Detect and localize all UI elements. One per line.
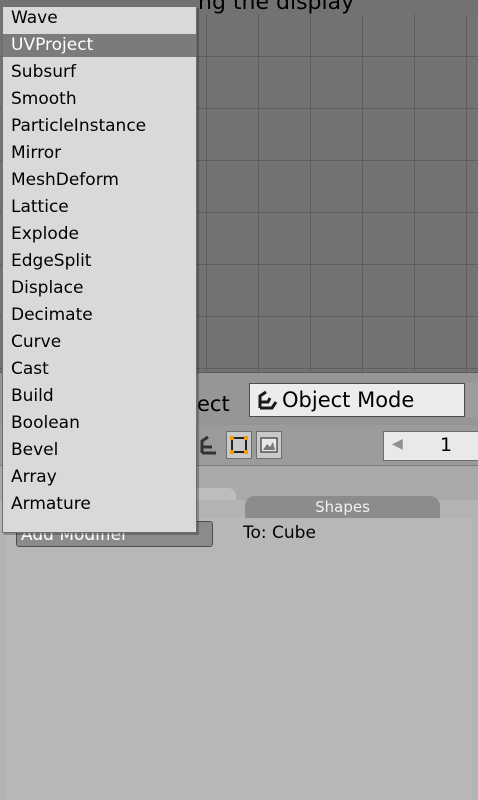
- layer-left-arrow-icon[interactable]: ◀: [392, 436, 403, 452]
- panel-body: Add Modifier To: Cube: [6, 518, 472, 800]
- mode-label-prefix: ect: [197, 392, 230, 416]
- layer-value: 1: [440, 434, 453, 456]
- menu-item-edgesplit[interactable]: EdgeSplit: [3, 250, 196, 273]
- menu-item-lattice[interactable]: Lattice: [3, 196, 196, 219]
- target-object-label: To: Cube: [243, 523, 316, 543]
- vertex-select-icon[interactable]: [198, 431, 224, 459]
- menu-item-mirror[interactable]: Mirror: [3, 142, 196, 165]
- menu-item-smooth[interactable]: Smooth: [3, 88, 196, 111]
- menu-item-armature[interactable]: Armature: [3, 493, 196, 516]
- menu-item-array[interactable]: Array: [3, 466, 196, 489]
- header-right-edge: [466, 383, 478, 417]
- menu-item-uvproject[interactable]: UVProject: [3, 34, 196, 57]
- menu-item-curve[interactable]: Curve: [3, 331, 196, 354]
- menu-item-subsurf[interactable]: Subsurf: [3, 61, 196, 84]
- menu-item-displace[interactable]: Displace: [3, 277, 196, 300]
- add-modifier-menu: Wave UVProject Subsurf Smooth ParticleIn…: [2, 6, 197, 533]
- menu-item-boolean[interactable]: Boolean: [3, 412, 196, 435]
- menu-item-meshdeform[interactable]: MeshDeform: [3, 169, 196, 192]
- menu-item-bevel[interactable]: Bevel: [3, 439, 196, 462]
- object-mode-icon: [256, 390, 278, 412]
- menu-item-explode[interactable]: Explode: [3, 223, 196, 246]
- menu-item-wave[interactable]: Wave: [3, 7, 196, 30]
- render-icon[interactable]: [256, 431, 282, 459]
- menu-item-build[interactable]: Build: [3, 385, 196, 408]
- viewport-top-text: ng the display: [198, 0, 355, 15]
- layer-field[interactable]: ◀ 1: [383, 431, 478, 461]
- menu-item-decimate[interactable]: Decimate: [3, 304, 196, 327]
- mode-select[interactable]: Object Mode: [249, 383, 465, 417]
- menu-item-particleinstance[interactable]: ParticleInstance: [3, 115, 196, 138]
- mode-label: Object Mode: [282, 388, 415, 412]
- face-select-icon[interactable]: [226, 431, 252, 459]
- tab-shapes[interactable]: Shapes: [245, 496, 440, 518]
- menu-item-cast[interactable]: Cast: [3, 358, 196, 381]
